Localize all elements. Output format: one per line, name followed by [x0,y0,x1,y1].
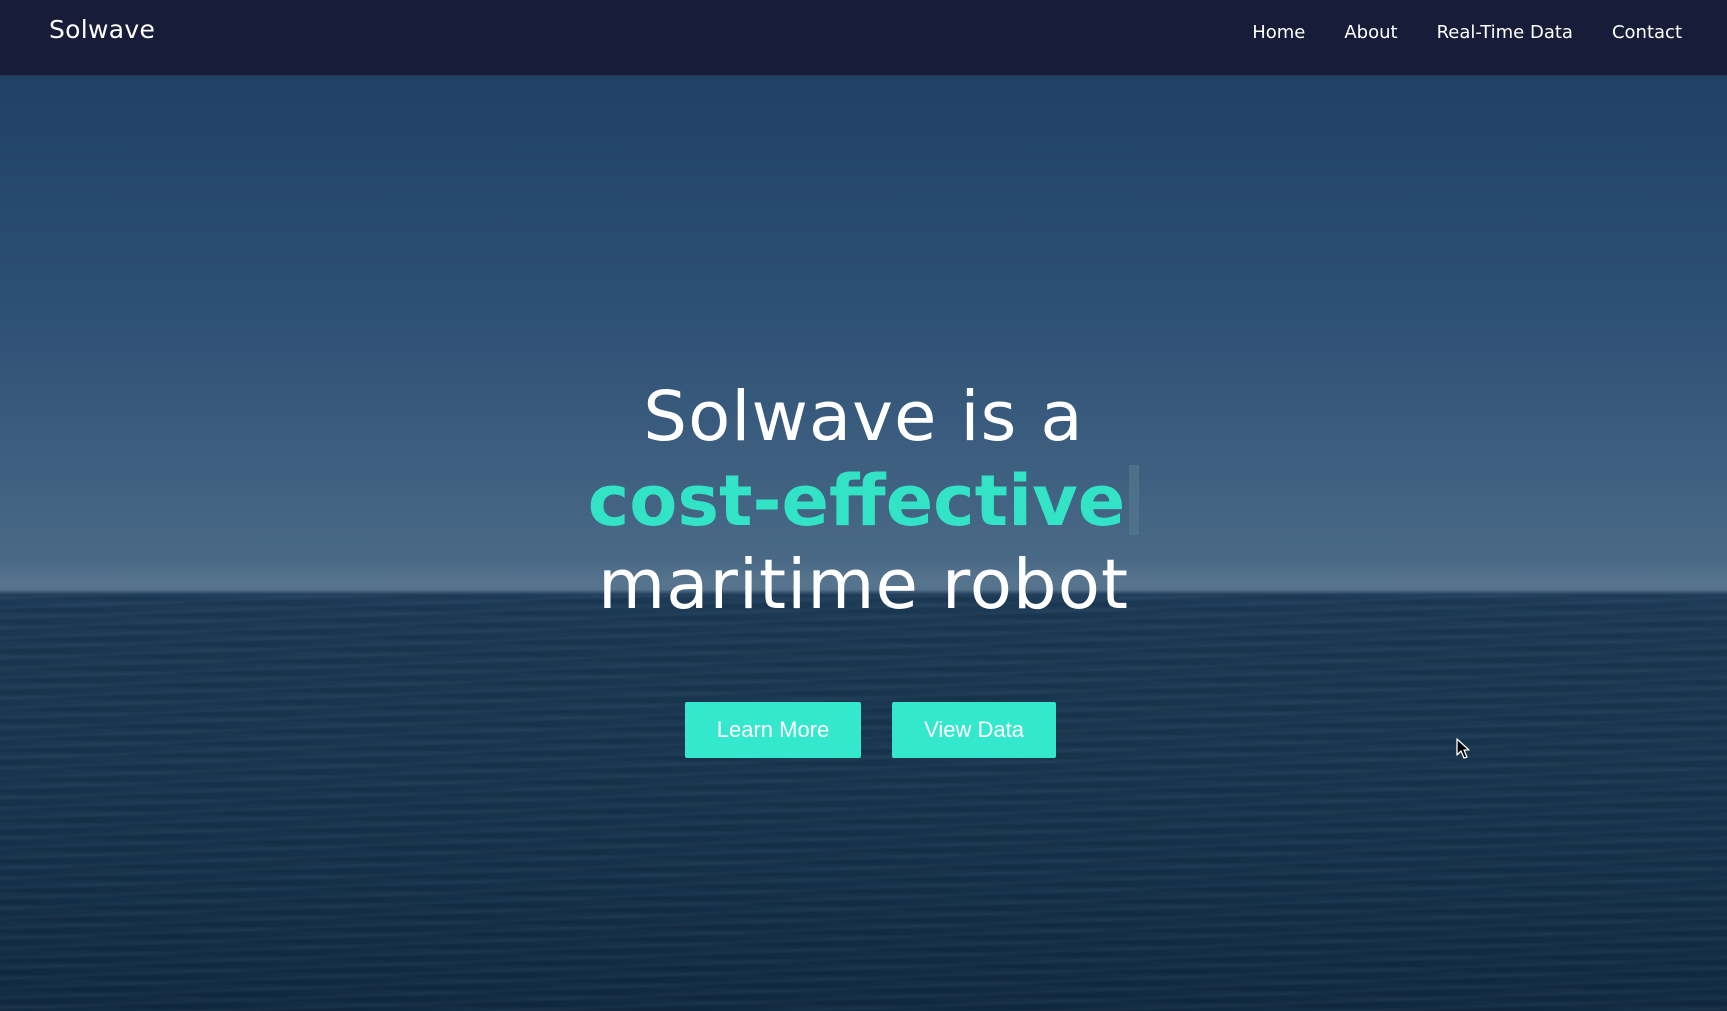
headline-line-1: Solwave is a [643,377,1084,457]
nav-link-about[interactable]: About [1344,22,1397,43]
typing-caret [1129,465,1140,535]
top-navbar: Solwave Home About Real-Time Data Contac… [0,0,1727,76]
ocean-waves [0,595,1727,1011]
nav-links: Home About Real-Time Data Contact [1252,22,1682,43]
nav-link-contact[interactable]: Contact [1612,22,1682,43]
headline-highlight: cost-effective [587,460,1126,542]
learn-more-button[interactable]: Learn More [685,702,861,758]
view-data-button[interactable]: View Data [892,702,1056,758]
hero-headline: Solwave is a cost-effective maritime rob… [0,375,1727,627]
headline-highlight-row: cost-effective [0,459,1727,543]
mouse-pointer-icon [1456,738,1472,765]
nav-link-home[interactable]: Home [1252,22,1305,43]
nav-link-real-time-data[interactable]: Real-Time Data [1437,22,1573,43]
brand-logo[interactable]: Solwave [49,15,155,44]
headline-line-3: maritime robot [598,545,1129,625]
